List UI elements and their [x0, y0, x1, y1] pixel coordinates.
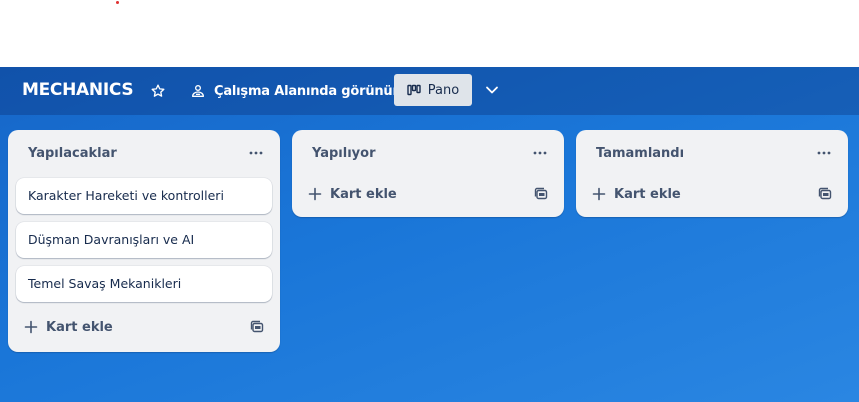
board-view-label: Pano [427, 82, 460, 98]
card[interactable]: Düşman Davranışları ve AI [16, 222, 272, 258]
list-menu-button[interactable] [528, 143, 552, 163]
card[interactable]: Karakter Hareketi ve kontrolleri [16, 178, 272, 214]
add-card-button[interactable]: Kart ekle [592, 182, 681, 206]
board-title[interactable]: MECHANICS [22, 79, 134, 101]
board-canvas: MECHANICS Çalışma Alanında görünür Pano [0, 67, 859, 402]
workspace-visibility-icon [192, 85, 204, 97]
visibility-label: Çalışma Alanında görünür [214, 83, 399, 99]
plus-icon [24, 320, 38, 334]
list-title[interactable]: Yapılacaklar [28, 146, 117, 161]
more-horizontal-icon [533, 151, 547, 155]
card[interactable]: Temel Savaş Mekanikleri [16, 266, 272, 302]
create-from-template-button[interactable] [530, 183, 552, 205]
chevron-down-icon [486, 86, 498, 94]
board-view-button[interactable]: Pano [394, 74, 472, 106]
card-title: Düşman Davranışları ve AI [28, 232, 195, 247]
list-title[interactable]: Yapılıyor [312, 146, 375, 161]
list-title[interactable]: Tamamlandı [596, 146, 684, 161]
add-card-button[interactable]: Kart ekle [308, 182, 397, 206]
board-header: MECHANICS Çalışma Alanında görünür Pano [0, 67, 859, 115]
list-done: Tamamlandı Kart ekle [576, 130, 848, 217]
add-card-button[interactable]: Kart ekle [24, 315, 113, 339]
add-card-label: Kart ekle [46, 319, 113, 335]
add-card-label: Kart ekle [614, 186, 681, 202]
add-card-label: Kart ekle [330, 186, 397, 202]
star-icon [151, 84, 165, 97]
visibility-button[interactable]: Çalışma Alanında görünür [190, 80, 399, 102]
star-board-button[interactable] [148, 81, 168, 101]
list-menu-button[interactable] [812, 143, 836, 163]
plus-icon [308, 187, 322, 201]
plus-icon [592, 187, 606, 201]
card-template-icon [818, 187, 832, 200]
list-todo: Yapılacaklar Karakter Hareketi ve kontro… [8, 130, 280, 352]
create-from-template-button[interactable] [246, 316, 268, 338]
more-horizontal-icon [249, 151, 263, 155]
card-title: Temel Savaş Mekanikleri [28, 276, 182, 291]
red-dot-artifact [116, 1, 119, 4]
list-in-progress: Yapılıyor Kart ekle [292, 130, 564, 217]
card-template-icon [534, 187, 548, 200]
more-horizontal-icon [817, 151, 831, 155]
list-menu-button[interactable] [244, 143, 268, 163]
create-from-template-button[interactable] [814, 183, 836, 205]
card-template-icon [250, 320, 264, 333]
card-title: Karakter Hareketi ve kontrolleri [28, 188, 224, 203]
board-view-icon [407, 84, 421, 96]
view-switch-button[interactable] [482, 80, 502, 100]
